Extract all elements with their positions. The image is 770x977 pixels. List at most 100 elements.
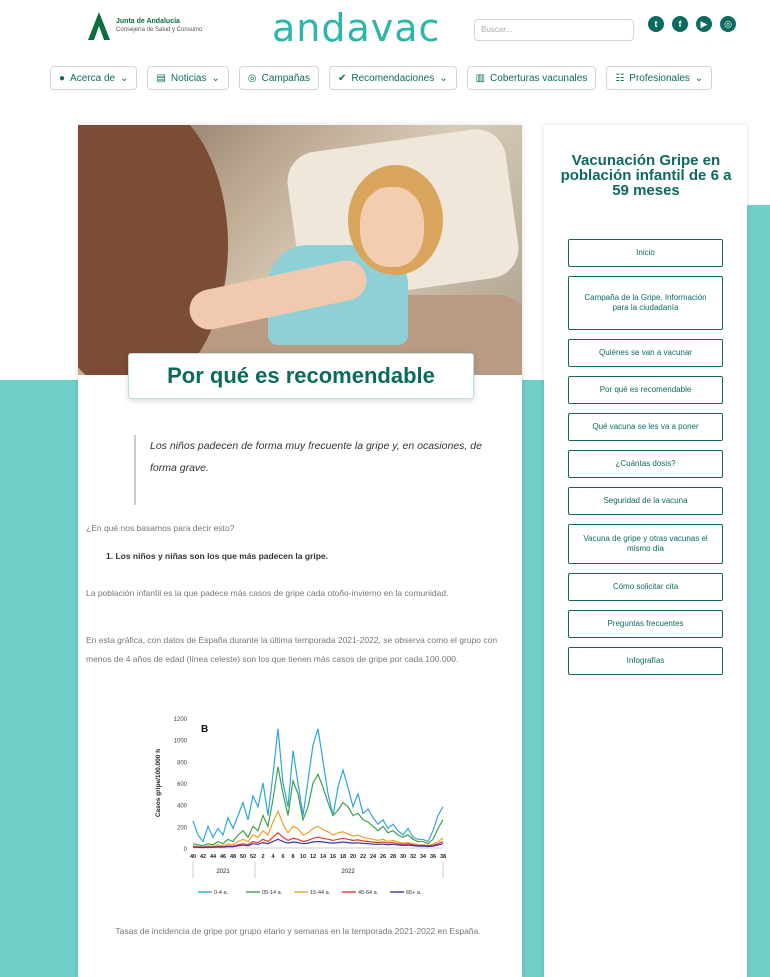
y-tick-label: 0 <box>184 847 188 853</box>
nav-item-coberturas[interactable]: ▥ Coberturas vacunales <box>466 66 597 90</box>
x-tick-label: 38 <box>440 854 446 860</box>
nav-label: Campañas <box>261 72 310 84</box>
chevron-down-icon: ⌄ <box>694 72 704 84</box>
nav-label: Noticias <box>170 72 207 84</box>
x-tick-label: 30 <box>400 854 406 860</box>
sidebar-item-dosis[interactable]: ¿Cuántas dosis? <box>568 450 723 478</box>
junta-subtitle: Consejería de Salud y Consumo <box>116 27 203 33</box>
nav-label: Coberturas vacunales <box>490 72 588 84</box>
x-tick-label: 16 <box>330 854 336 860</box>
nav-item-acerca-de[interactable]: ● Acerca de ⌄ <box>50 66 138 90</box>
x-tick-label: 52 <box>250 854 256 860</box>
article-paragraph-question: ¿En qué nos basamos para decir esto? <box>86 523 235 533</box>
people-icon: ☷ <box>615 72 625 84</box>
panel-label: B <box>201 724 208 735</box>
junta-title: Junta de Andalucía <box>116 18 180 25</box>
y-tick-label: 1200 <box>174 717 188 723</box>
search-input[interactable]: Buscar... <box>474 19 634 41</box>
social-links: t f ▶ ◎ <box>648 16 736 32</box>
sidebar-item-inicio[interactable]: Inicio <box>568 239 723 267</box>
article-list-item: 1. Los niños y niñas son los que más pad… <box>106 551 329 561</box>
article-paragraph: La población infantil es la que padece m… <box>86 588 449 598</box>
series-line-0514a <box>192 766 444 847</box>
sidebar-item-preguntas[interactable]: Preguntas frecuentes <box>568 610 723 638</box>
x-tick-label: 24 <box>370 854 377 860</box>
x-tick-label: 26 <box>380 854 386 860</box>
nav-label: Profesionales <box>629 72 690 84</box>
sidebar-title: Vacunación Gripe en población infantil d… <box>560 152 732 199</box>
site-header: Junta de Andalucía Consejería de Salud y… <box>0 0 770 60</box>
sidebar-item-que-vacuna[interactable]: Qué vacuna se les va a poner <box>568 413 723 441</box>
x-tick-label: 8 <box>291 854 294 860</box>
facebook-icon[interactable]: f <box>672 16 688 32</box>
legend-label: 45-64 a. <box>358 890 379 896</box>
x-tick-label: 12 <box>310 854 316 860</box>
nav-item-noticias[interactable]: ▤ Noticias ⌄ <box>147 66 229 90</box>
chevron-down-icon: ⌄ <box>120 72 129 84</box>
main-nav: ● Acerca de ⌄ ▤ Noticias ⌄ ◎ Campañas ✔ Recome… <box>50 66 713 90</box>
y-tick-label: 800 <box>177 760 188 766</box>
series-line-04a <box>192 728 444 843</box>
legend-label: 0-4 a. <box>214 890 229 896</box>
sidebar-item-campana[interactable]: Campaña de la Gripe. Información para la… <box>568 276 723 330</box>
chevron-down-icon: ⌄ <box>211 72 220 84</box>
article-paragraph: En esta gráfica, con datos de España dur… <box>86 635 498 664</box>
y-tick-label: 1000 <box>174 739 188 745</box>
x-tick-label: 22 <box>360 854 366 860</box>
target-icon: ◎ <box>247 72 257 84</box>
sidebar-item-por-que[interactable]: Por qué es recomendable <box>568 376 723 404</box>
twitter-icon[interactable]: t <box>648 16 664 32</box>
chart-svg: 0 200 400 600 800 1000 1200 Casos gripe/100.000… <box>155 717 446 896</box>
nav-item-profesionales[interactable]: ☷ Profesionales ⌄ <box>606 66 713 90</box>
season-label-2022: 2022 <box>341 869 355 875</box>
legend-label: 65+ a. <box>406 890 422 896</box>
x-tick-label: 50 <box>240 854 246 860</box>
sidebar-item-infografias[interactable]: Infografías <box>568 647 723 675</box>
x-tick-label: 4 <box>271 854 275 860</box>
x-tick-label: 18 <box>340 854 346 860</box>
x-tick-label: 42 <box>200 854 206 860</box>
x-tick-label: 2 <box>261 854 264 860</box>
y-axis-label: Casos gripe/100.000 h <box>155 749 162 817</box>
sidebar-item-otras-vacunas[interactable]: Vacuna de gripe y otras vacunas el mismo… <box>568 524 723 564</box>
youtube-icon[interactable]: ▶ <box>696 16 712 32</box>
x-tick-label: 20 <box>350 854 356 860</box>
chevron-down-icon: ⌄ <box>439 72 448 84</box>
hero-image <box>78 125 522 375</box>
teal-background-band-left <box>0 380 90 977</box>
nav-item-recomendaciones[interactable]: ✔ Recomendaciones ⌄ <box>328 66 457 90</box>
x-tick-label: 46 <box>220 854 226 860</box>
sidebar-item-quienes[interactable]: Quiénes se van a vacunar <box>568 339 723 367</box>
andavac-logo[interactable]: andavac <box>272 6 440 50</box>
x-tick-label: 32 <box>410 854 416 860</box>
y-tick-label: 200 <box>177 825 188 831</box>
sidebar-menu: Inicio Campaña de la Gripe. Información … <box>568 239 723 684</box>
y-tick-label: 600 <box>177 782 188 788</box>
x-tick-label: 40 <box>190 854 196 860</box>
x-tick-label: 10 <box>300 854 306 860</box>
info-icon: ● <box>59 72 66 84</box>
chart-icon: ▥ <box>475 72 486 84</box>
flu-incidence-chart: 0 200 400 600 800 1000 1200 Casos gripe/100.000… <box>148 710 458 900</box>
article-quote: Los niños padecen de forma muy frecuente… <box>134 435 484 505</box>
x-tick-label: 28 <box>390 854 396 860</box>
sidebar-item-cita[interactable]: Cómo solicitar cita <box>568 573 723 601</box>
junta-a-icon <box>88 12 110 40</box>
season-label-2021: 2021 <box>216 869 230 875</box>
check-icon: ✔ <box>337 72 347 84</box>
x-tick-label: 14 <box>320 854 327 860</box>
sidebar-item-seguridad[interactable]: Seguridad de la vacuna <box>568 487 723 515</box>
x-tick-label: 34 <box>420 854 427 860</box>
page-title: Por qué es recomendable <box>128 353 474 399</box>
newspaper-icon: ▤ <box>156 72 166 84</box>
x-tick-label: 48 <box>230 854 236 860</box>
junta-logo[interactable]: Junta de Andalucía Consejería de Salud y… <box>88 12 202 40</box>
sidebar: Vacunación Gripe en población infantil d… <box>544 125 747 977</box>
legend-label: 05-14 a. <box>262 890 283 896</box>
x-tick-label: 44 <box>210 854 217 860</box>
nav-item-campanas[interactable]: ◎ Campañas <box>238 66 319 90</box>
nav-label: Acerca de <box>70 72 116 84</box>
x-tick-label: 6 <box>281 854 284 860</box>
instagram-icon[interactable]: ◎ <box>720 16 736 32</box>
x-tick-label: 36 <box>430 854 436 860</box>
